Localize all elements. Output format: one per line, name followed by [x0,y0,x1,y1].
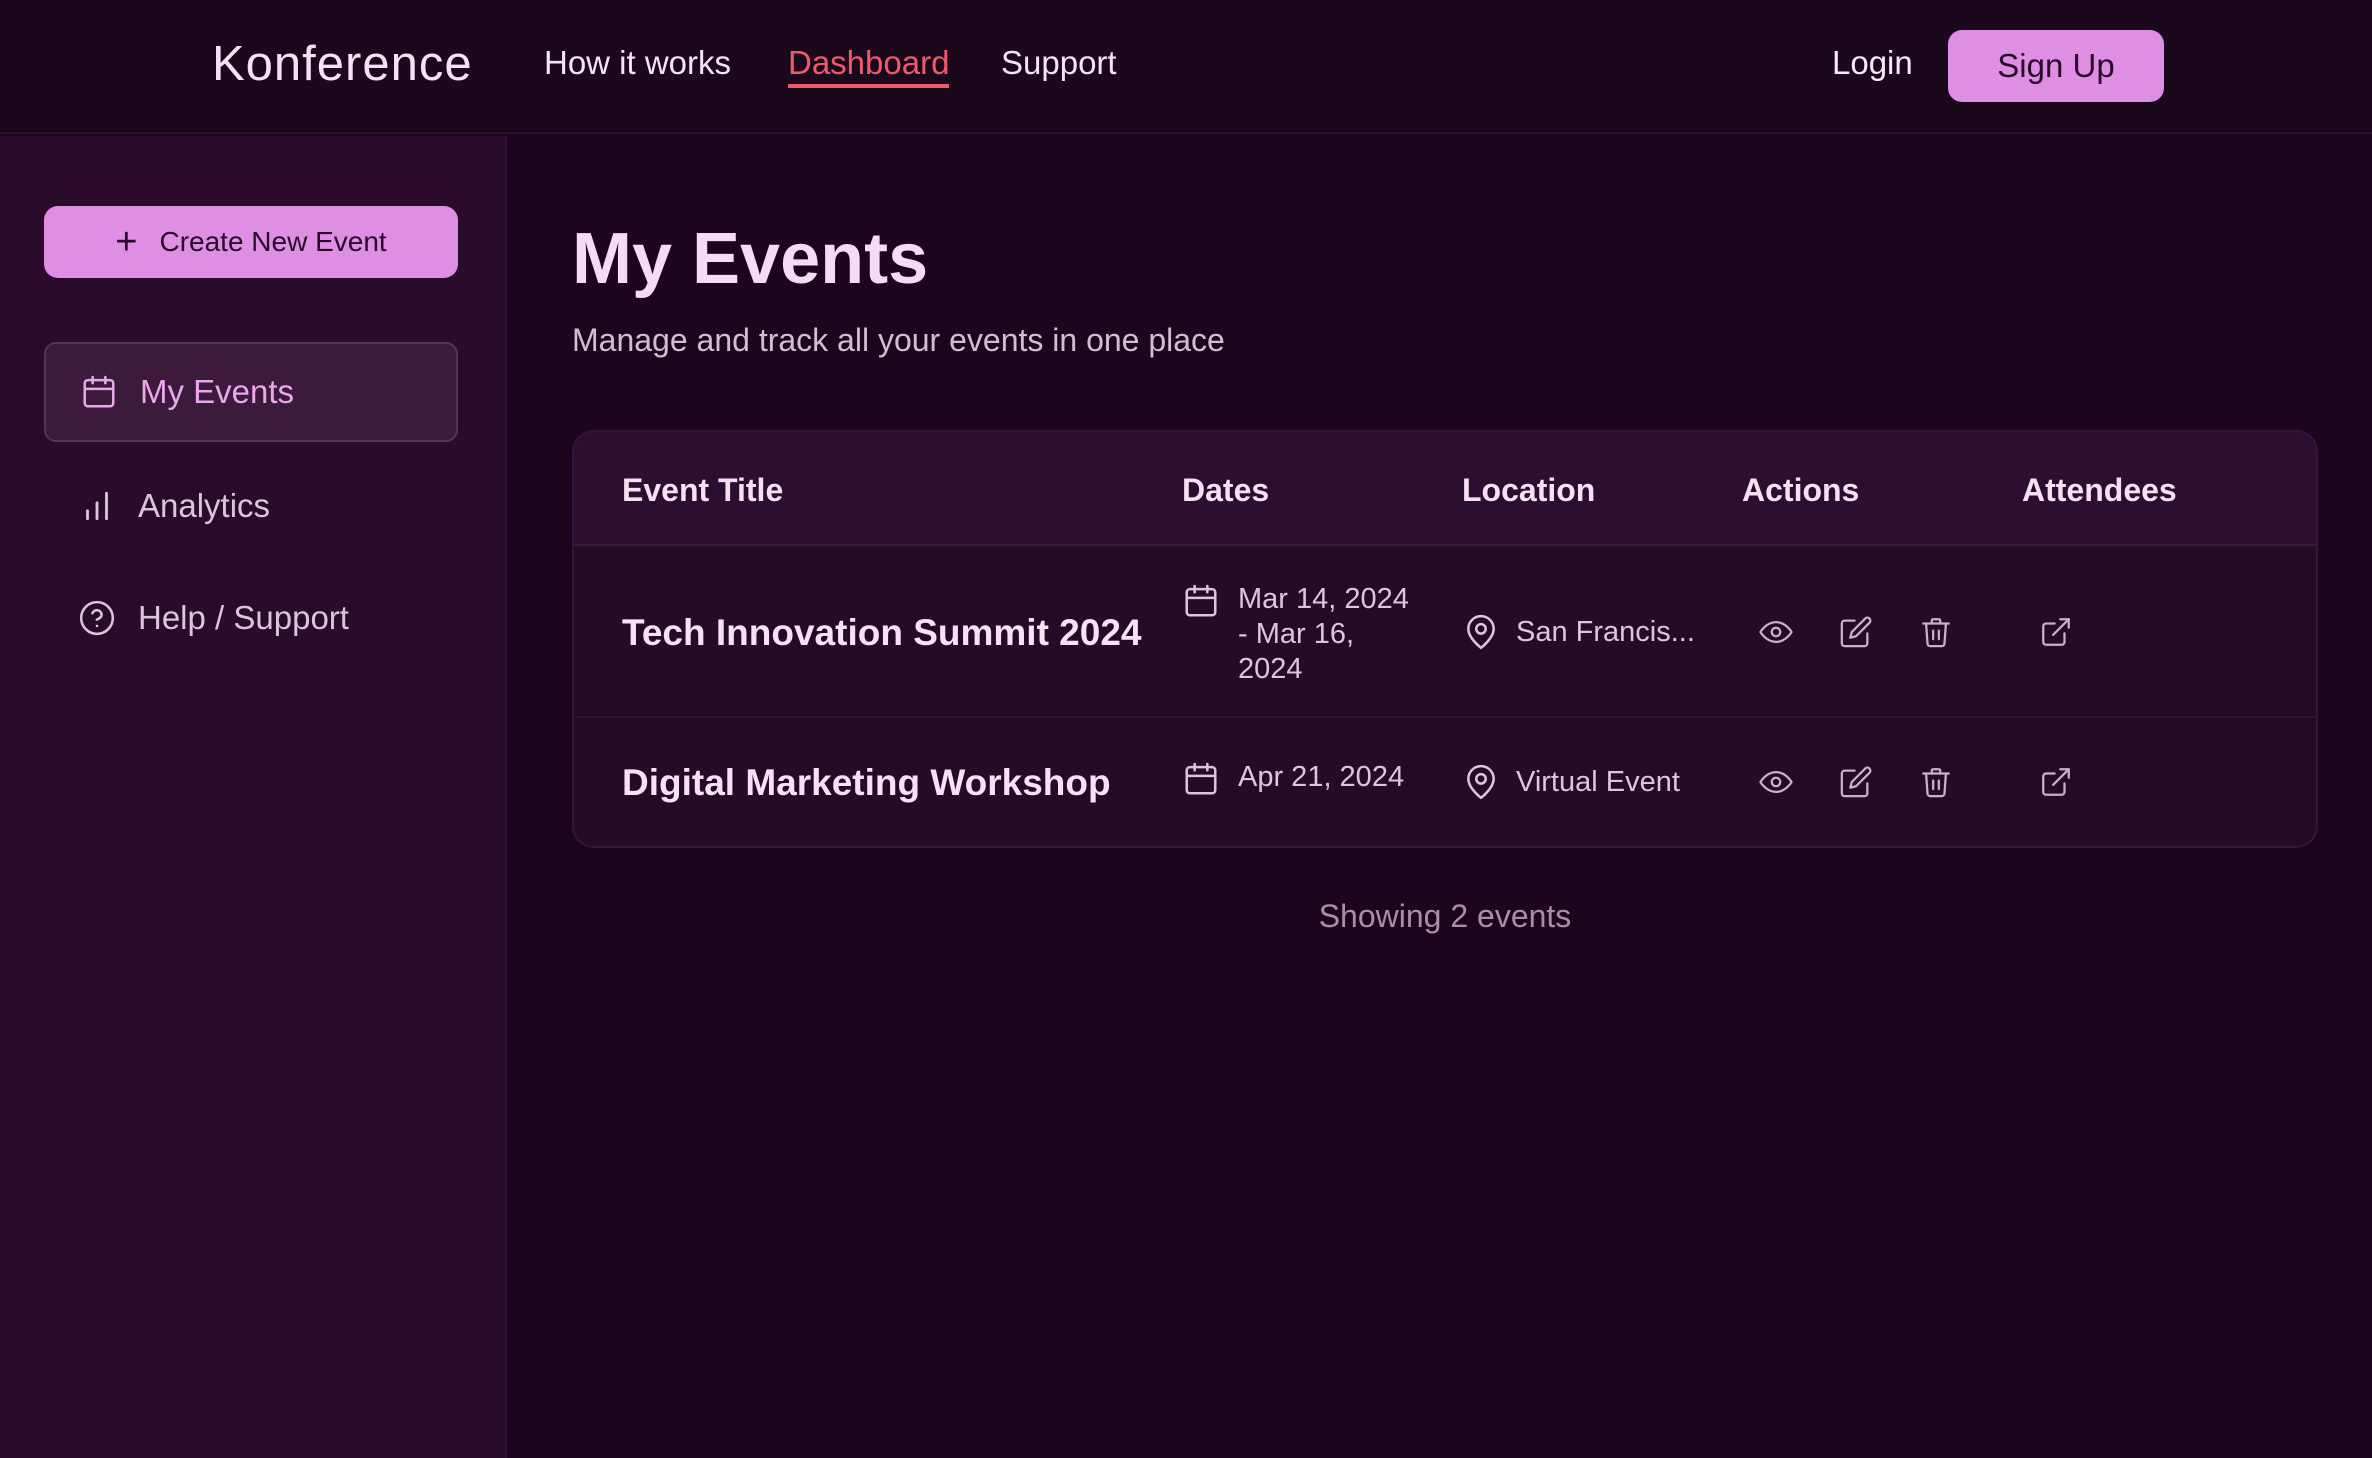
event-title[interactable]: Tech Innovation Summit 2024 [622,612,1141,654]
nav-link-dashboard[interactable]: Dashboard [788,44,950,88]
create-new-event-label: Create New Event [159,226,387,257]
event-location-text: Virtual Event [1516,765,1680,798]
table-row[interactable]: Digital Marketing Workshop Apr 21, 2024 … [574,720,2316,846]
page-subtitle: Manage and track all your events in one … [572,322,1225,358]
sidebar: + Create New Event My Events Analytics H… [0,136,507,1458]
help-circle-icon [79,600,115,636]
external-link-icon[interactable] [2034,610,2078,654]
map-pin-icon [1467,614,1495,650]
event-dates-text: Apr 21, 2024 [1238,761,1405,793]
column-header-actions: Actions [1742,472,1860,508]
calendar-icon [1185,762,1217,795]
column-header-location: Location [1462,472,1596,508]
events-table: Event Title Dates Location Actions Atten… [572,430,2318,848]
trash-icon[interactable] [1914,610,1958,654]
edit-icon[interactable] [1834,610,1878,654]
sidebar-item-label: Help / Support [138,599,349,636]
view-icon[interactable] [1754,610,1798,654]
nav-link-support[interactable]: Support [1001,44,1117,82]
login-link[interactable]: Login [1832,44,1913,82]
trash-icon[interactable] [1914,760,1958,804]
event-dates-text: Mar 14, 2024 - Mar 16, 2024 [1238,583,1409,685]
table-header: Event Title Dates Location Actions Atten… [574,432,2316,546]
column-header-event-title: Event Title [622,472,784,508]
table-row[interactable]: Tech Innovation Summit 2024 Mar 14, 2024… [574,548,2316,718]
sidebar-item-analytics[interactable]: Analytics [44,456,458,556]
bar-chart-icon [86,491,108,521]
event-title[interactable]: Digital Marketing Workshop [622,762,1111,804]
sign-up-button[interactable]: Sign Up [1948,30,2164,102]
map-pin-icon [1467,764,1495,800]
sidebar-item-label: Analytics [138,487,271,524]
logo[interactable]: Konference [212,36,473,92]
plus-icon: + [115,221,138,263]
view-icon[interactable] [1754,760,1798,804]
calendar-icon [1185,584,1217,617]
event-dates: Mar 14, 2024 - Mar 16, 2024 [1182,582,1418,687]
column-header-attendees: Attendees [2022,472,2177,508]
calendar-icon [83,375,115,408]
event-dates: Apr 21, 2024 [1182,760,1418,798]
external-link-icon[interactable] [2034,760,2078,804]
sidebar-item-label: My Events [140,373,295,410]
event-location: Virtual Event [1462,762,1680,802]
page-title: My Events [572,219,929,299]
top-navigation: Konference How it works Dashboard Suppor… [0,0,2372,134]
event-location-text: San Francis... [1516,615,1695,648]
events-count-text: Showing 2 events [1318,898,1572,934]
nav-link-how-it-works[interactable]: How it works [544,44,731,82]
sidebar-item-help-support[interactable]: Help / Support [44,568,458,668]
edit-icon[interactable] [1834,760,1878,804]
event-location: San Francis... [1462,612,1695,652]
column-header-dates: Dates [1182,472,1270,508]
sidebar-item-my-events[interactable]: My Events [44,342,458,442]
create-new-event-button[interactable]: + Create New Event [44,206,458,278]
